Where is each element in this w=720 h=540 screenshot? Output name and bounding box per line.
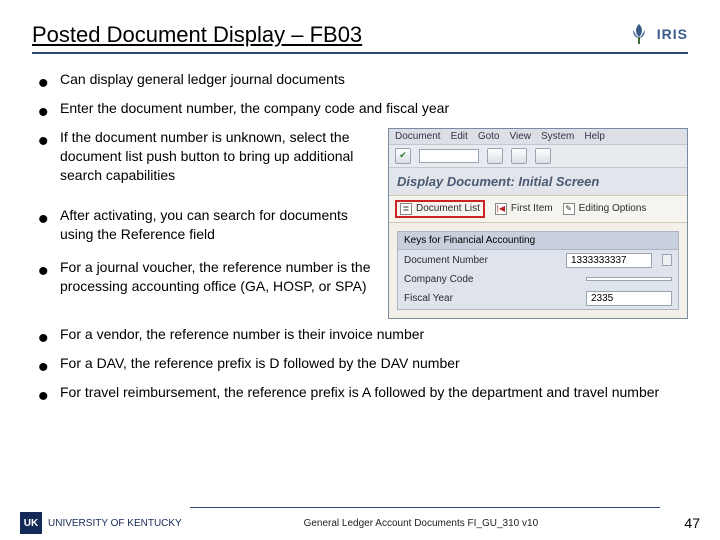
- fiscal-year-input[interactable]: 2335: [586, 291, 672, 306]
- document-list-button[interactable]: ≣ Document List: [395, 200, 485, 218]
- action-label: Editing Options: [579, 203, 647, 214]
- field-row: Company Code: [398, 271, 678, 288]
- bullet-item: For a vendor, the reference number is th…: [32, 325, 688, 344]
- footer: UK UNIVERSITY OF KENTUCKY General Ledger…: [0, 507, 720, 534]
- action-bar: ≣ Document List |◀ First Item ✎ Editing …: [389, 195, 687, 223]
- action-label: Document List: [416, 203, 480, 214]
- action-label: First Item: [511, 203, 553, 214]
- bullet-item: For travel reimbursement, the reference …: [32, 383, 688, 402]
- field-label: Fiscal Year: [404, 293, 578, 304]
- bullet-item: For a journal voucher, the reference num…: [32, 258, 372, 296]
- menu-edit[interactable]: Edit: [451, 131, 468, 142]
- search-help-icon[interactable]: [662, 254, 672, 266]
- pencil-icon: ✎: [563, 203, 575, 215]
- uk-logo: UK UNIVERSITY OF KENTUCKY: [20, 512, 182, 534]
- uk-text: UNIVERSITY OF KENTUCKY: [48, 518, 182, 529]
- field-label: Document Number: [404, 255, 558, 266]
- bullet-item: For a DAV, the reference prefix is D fol…: [32, 354, 688, 373]
- page-number: 47: [660, 515, 700, 531]
- panel-title: Keys for Financial Accounting: [398, 232, 678, 250]
- menu-system[interactable]: System: [541, 131, 574, 142]
- bullet-item: If the document number is unknown, selec…: [32, 128, 372, 185]
- footer-mid: General Ledger Account Documents FI_GU_3…: [182, 518, 660, 529]
- sap-screenshot: Document Edit Goto View System Help ✔ Di…: [388, 128, 688, 319]
- app-menubar: Document Edit Goto View System Help: [389, 129, 687, 144]
- toolbar-button[interactable]: [511, 148, 527, 164]
- iris-logo: IRIS: [625, 20, 688, 48]
- keys-panel: Keys for Financial Accounting Document N…: [397, 231, 679, 310]
- command-field[interactable]: [419, 149, 479, 163]
- document-number-input[interactable]: 1333333337: [566, 253, 652, 268]
- field-label: Company Code: [404, 274, 578, 285]
- menu-document[interactable]: Document: [395, 131, 441, 142]
- editing-options-button[interactable]: ✎ Editing Options: [563, 203, 647, 215]
- menu-goto[interactable]: Goto: [478, 131, 500, 142]
- bullet-item: Enter the document number, the company c…: [32, 99, 688, 118]
- list-icon: ≣: [400, 203, 412, 215]
- first-item-button[interactable]: |◀ First Item: [495, 203, 553, 215]
- ok-button[interactable]: ✔: [395, 148, 411, 164]
- uk-badge-icon: UK: [20, 512, 42, 534]
- toolbar-button[interactable]: [535, 148, 551, 164]
- first-icon: |◀: [495, 203, 507, 215]
- toolbar-button[interactable]: [487, 148, 503, 164]
- bullet-item: After activating, you can search for doc…: [32, 206, 372, 244]
- iris-icon: [625, 20, 653, 48]
- screen-title: Display Document: Initial Screen: [389, 168, 687, 195]
- menu-help[interactable]: Help: [584, 131, 605, 142]
- menu-view[interactable]: View: [510, 131, 532, 142]
- bullet-item: Can display general ledger journal docum…: [32, 70, 688, 89]
- company-code-input[interactable]: [586, 277, 672, 281]
- field-row: Fiscal Year 2335: [398, 288, 678, 309]
- field-row: Document Number 1333333337: [398, 250, 678, 271]
- app-toolbar: ✔: [389, 144, 687, 168]
- page-title: Posted Document Display – FB03: [32, 22, 362, 48]
